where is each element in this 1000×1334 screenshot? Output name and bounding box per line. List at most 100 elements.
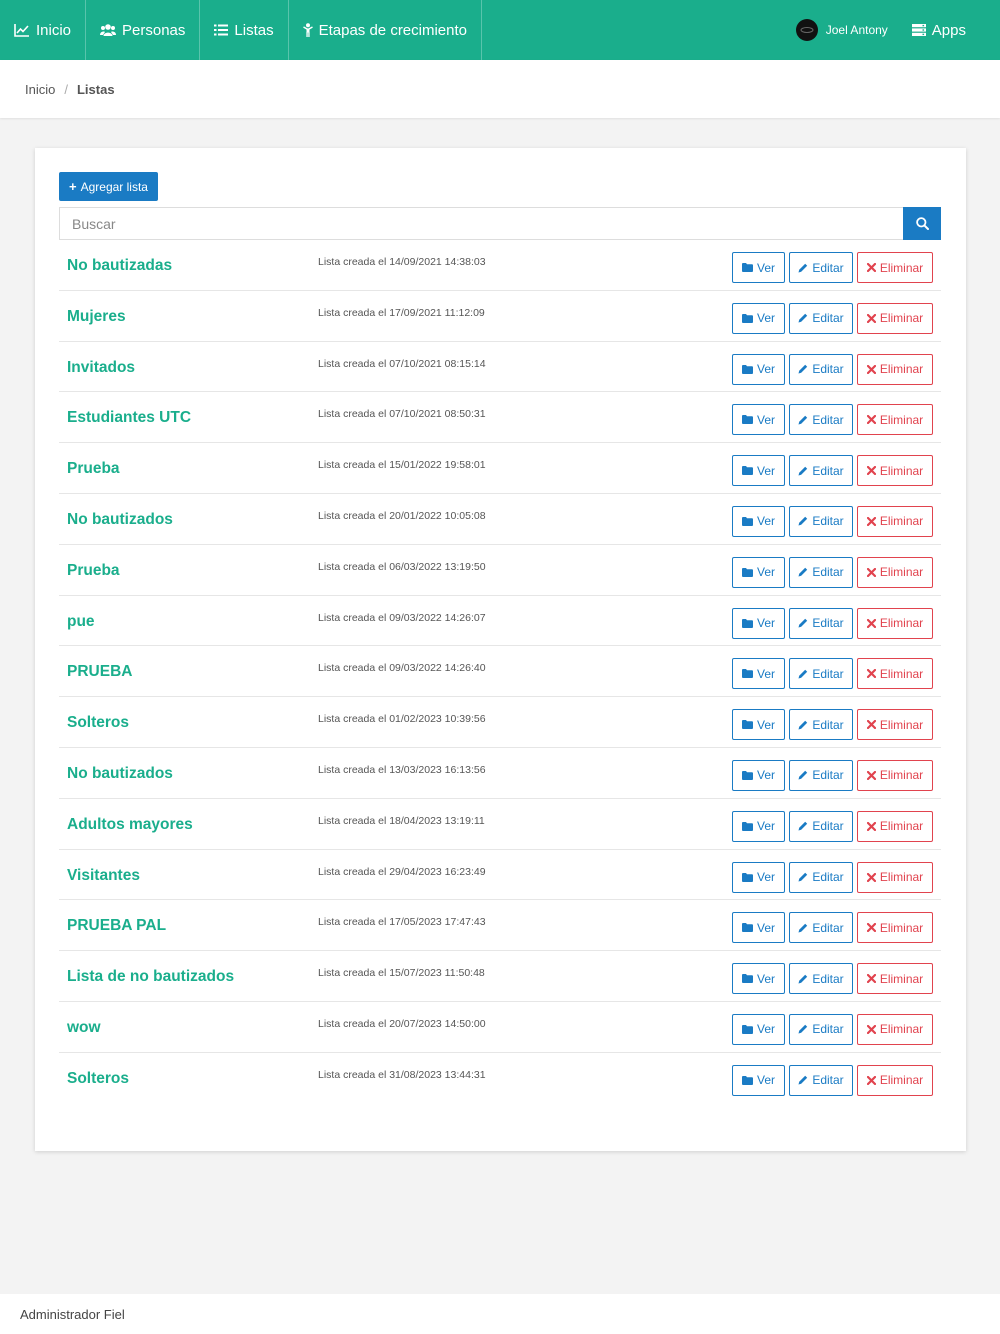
delete-button[interactable]: Eliminar — [857, 556, 933, 588]
edit-button[interactable]: Editar — [789, 1013, 853, 1045]
delete-label: Eliminar — [879, 463, 924, 478]
delete-button[interactable]: Eliminar — [857, 353, 933, 385]
view-button[interactable]: Ver — [732, 912, 785, 944]
view-button[interactable]: Ver — [732, 455, 785, 487]
pencil-icon — [798, 618, 808, 628]
list-name-link[interactable]: Mujeres — [67, 308, 126, 326]
edit-button[interactable]: Editar — [789, 252, 853, 283]
list-name-link[interactable]: No bautizados — [67, 765, 173, 783]
list-name-link[interactable]: PRUEBA — [67, 663, 132, 681]
view-button[interactable]: Ver — [732, 658, 785, 690]
edit-button[interactable]: Editar — [789, 607, 853, 639]
edit-button[interactable]: Editar — [789, 556, 853, 588]
delete-button[interactable]: Eliminar — [857, 912, 933, 944]
list-row: PRUEBA Lista creada el 09/03/2022 14:26:… — [59, 646, 941, 698]
edit-button[interactable]: Editar — [789, 912, 853, 944]
delete-button[interactable]: Eliminar — [857, 455, 933, 487]
breadcrumb-home[interactable]: Inicio — [25, 82, 55, 97]
delete-button[interactable]: Eliminar — [857, 505, 933, 537]
row-actions: Ver Editar Eliminar — [732, 252, 933, 283]
edit-button[interactable]: Editar — [789, 404, 853, 436]
list-name-link[interactable]: Solteros — [67, 1070, 129, 1088]
list-name-link[interactable]: No bautizadas — [67, 257, 172, 275]
view-button[interactable]: Ver — [732, 404, 785, 436]
nav-item-listas[interactable]: Listas — [200, 0, 289, 60]
nav-item-personas[interactable]: Personas — [86, 0, 201, 60]
delete-label: Eliminar — [879, 819, 924, 834]
edit-button[interactable]: Editar — [789, 759, 853, 791]
add-list-button[interactable]: + Agregar lista — [59, 172, 158, 201]
apps-menu[interactable]: Apps — [911, 21, 966, 39]
list-name-link[interactable]: wow — [67, 1019, 101, 1037]
list-name-link[interactable]: Prueba — [67, 562, 120, 580]
delete-button[interactable]: Eliminar — [857, 1064, 933, 1096]
edit-button[interactable]: Editar — [789, 505, 853, 537]
view-button[interactable]: Ver — [732, 759, 785, 791]
view-button[interactable]: Ver — [732, 1064, 785, 1096]
view-button[interactable]: Ver — [732, 302, 785, 334]
delete-button[interactable]: Eliminar — [857, 963, 933, 995]
delete-button[interactable]: Eliminar — [857, 302, 933, 334]
delete-button[interactable]: Eliminar — [857, 759, 933, 791]
list-row: Adultos mayores Lista creada el 18/04/20… — [59, 799, 941, 850]
close-icon — [866, 669, 876, 679]
edit-button[interactable]: Editar — [789, 963, 853, 995]
view-button[interactable]: Ver — [732, 353, 785, 385]
view-button[interactable]: Ver — [732, 963, 785, 995]
list-created-date: Lista creada el 06/03/2022 13:19:50 — [318, 560, 486, 573]
delete-button[interactable]: Eliminar — [857, 607, 933, 639]
list-name-link[interactable]: No bautizados — [67, 511, 173, 529]
close-icon — [866, 415, 876, 425]
list-created-date: Lista creada el 18/04/2023 13:19:11 — [318, 814, 485, 827]
edit-button[interactable]: Editar — [789, 1064, 853, 1096]
view-button[interactable]: Ver — [732, 607, 785, 639]
nav-item-inicio[interactable]: Inicio — [0, 0, 87, 60]
pencil-icon — [798, 771, 808, 780]
apps-label: Apps — [931, 21, 966, 39]
folder-icon — [741, 821, 753, 831]
list-name-link[interactable]: Invitados — [67, 359, 135, 377]
close-icon — [866, 263, 876, 272]
delete-button[interactable]: Eliminar — [857, 861, 933, 893]
view-label: Ver — [756, 514, 775, 529]
view-button[interactable]: Ver — [732, 709, 785, 741]
list-name-link[interactable]: Prueba — [67, 460, 120, 478]
list-name-link[interactable]: PRUEBA PAL — [67, 917, 166, 935]
edit-button[interactable]: Editar — [789, 810, 853, 842]
view-button[interactable]: Ver — [732, 252, 785, 283]
view-button[interactable]: Ver — [732, 1013, 785, 1045]
search-bar — [59, 207, 941, 240]
edit-button[interactable]: Editar — [789, 302, 853, 334]
list-name-link[interactable]: pue — [67, 613, 95, 631]
view-button[interactable]: Ver — [732, 810, 785, 842]
row-actions: Ver Editar Eliminar — [732, 861, 933, 893]
list-name-link[interactable]: Solteros — [67, 714, 129, 732]
view-button[interactable]: Ver — [732, 861, 785, 893]
search-button[interactable] — [903, 207, 941, 240]
list-created-date: Lista creada el 13/03/2023 16:13:56 — [318, 763, 486, 776]
user-menu[interactable]: Joel Antony — [795, 19, 888, 41]
edit-button[interactable]: Editar — [789, 455, 853, 487]
delete-button[interactable]: Eliminar — [857, 404, 933, 436]
nav-label: Etapas de crecimiento — [318, 21, 468, 39]
delete-button[interactable]: Eliminar — [857, 252, 933, 283]
nav-item-etapas[interactable]: Etapas de crecimiento — [289, 0, 483, 60]
delete-button[interactable]: Eliminar — [857, 658, 933, 690]
delete-button[interactable]: Eliminar — [857, 1013, 933, 1045]
search-input[interactable] — [59, 207, 903, 240]
edit-button[interactable]: Editar — [789, 658, 853, 690]
edit-button[interactable]: Editar — [789, 861, 853, 893]
view-label: Ver — [756, 1022, 775, 1037]
list-name-link[interactable]: Adultos mayores — [67, 816, 193, 834]
delete-button[interactable]: Eliminar — [857, 709, 933, 741]
view-button[interactable]: Ver — [732, 556, 785, 588]
delete-label: Eliminar — [879, 412, 924, 427]
view-button[interactable]: Ver — [732, 505, 785, 537]
list-name-link[interactable]: Visitantes — [67, 867, 140, 885]
close-icon — [866, 313, 876, 323]
edit-button[interactable]: Editar — [789, 709, 853, 741]
list-name-link[interactable]: Estudiantes UTC — [67, 409, 191, 427]
list-name-link[interactable]: Lista de no bautizados — [67, 968, 234, 986]
delete-button[interactable]: Eliminar — [857, 810, 933, 842]
edit-button[interactable]: Editar — [789, 353, 853, 385]
